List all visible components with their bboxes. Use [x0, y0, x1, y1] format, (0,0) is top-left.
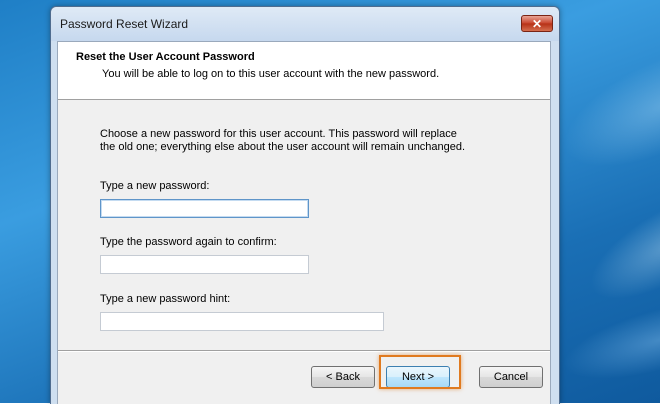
new-password-field[interactable] — [100, 199, 309, 218]
confirm-password-field[interactable] — [100, 255, 309, 274]
header-subtitle: You will be able to log on to this user … — [102, 68, 440, 80]
wizard-client-area: Reset the User Account Password You will… — [57, 41, 551, 404]
confirm-password-label: Type the password again to confirm: — [100, 236, 277, 248]
password-hint-field[interactable] — [100, 312, 384, 331]
new-password-label: Type a new password: — [100, 180, 210, 192]
wallpaper-streak — [555, 285, 660, 395]
wizard-header: Reset the User Account Password You will… — [58, 42, 550, 100]
wallpaper-streak — [546, 17, 660, 193]
title-bar[interactable]: Password Reset Wizard ✕ — [51, 7, 559, 41]
password-reset-wizard-window: Password Reset Wizard ✕ Reset the User A… — [50, 6, 560, 404]
wallpaper-streak — [574, 169, 660, 321]
cancel-button[interactable]: Cancel — [479, 366, 543, 388]
window-title: Password Reset Wizard — [60, 17, 189, 31]
password-hint-label: Type a new password hint: — [100, 293, 231, 305]
footer-divider — [58, 350, 550, 352]
instructions-line-2: the old one; everything else about the u… — [100, 141, 466, 153]
next-button-highlight — [379, 355, 461, 389]
instructions-text: Choose a new password for this user acco… — [100, 128, 480, 154]
back-button[interactable]: < Back — [311, 366, 375, 388]
close-icon: ✕ — [531, 17, 543, 31]
instructions-line-1: Choose a new password for this user acco… — [100, 128, 457, 140]
header-title: Reset the User Account Password — [76, 51, 255, 63]
close-button[interactable]: ✕ — [521, 15, 553, 32]
